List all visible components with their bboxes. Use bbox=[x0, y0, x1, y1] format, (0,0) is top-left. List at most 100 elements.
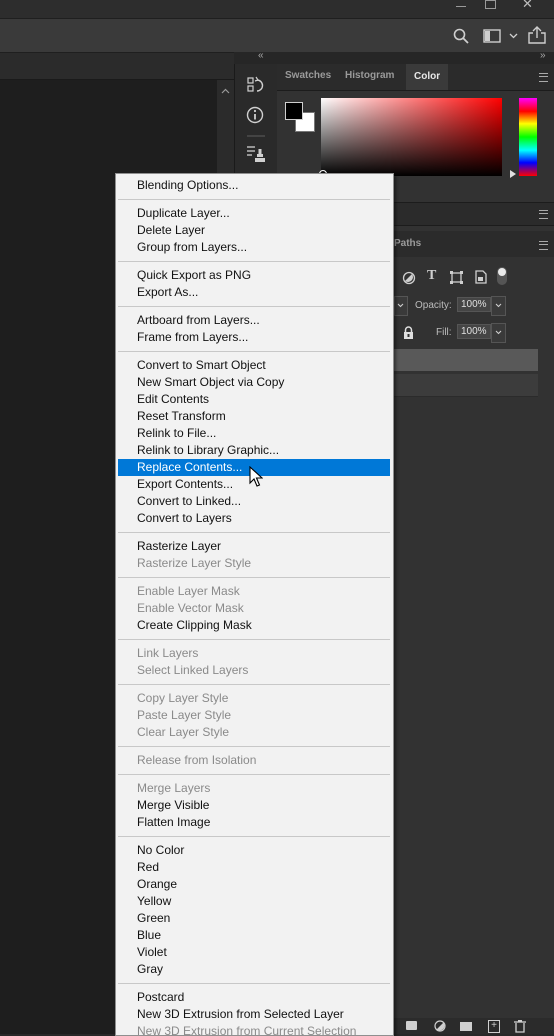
panel-menu-icon[interactable] bbox=[539, 210, 548, 219]
menu-item-new-3d-extrusion-from-current-selection[interactable]: New 3D Extrusion from Current Selection bbox=[118, 1023, 390, 1035]
layer-context-menu: Blending Options... Duplicate Layer... Del… bbox=[115, 173, 394, 1036]
opacity-field[interactable]: 100% bbox=[457, 297, 491, 312]
fill-field[interactable]: 100% bbox=[457, 324, 491, 339]
info-icon[interactable] bbox=[246, 106, 264, 124]
menu-item-duplicate-layer[interactable]: Duplicate Layer... bbox=[118, 205, 390, 222]
collapse-right-icon[interactable]: » bbox=[540, 50, 546, 61]
menu-separator bbox=[118, 532, 390, 533]
menu-item-delete-layer[interactable]: Delete Layer bbox=[118, 222, 390, 239]
menu-separator bbox=[118, 351, 390, 352]
menu-item-blue[interactable]: Blue bbox=[118, 927, 390, 944]
menu-item-export-as[interactable]: Export As... bbox=[118, 284, 390, 301]
foreground-color-swatch[interactable] bbox=[285, 102, 303, 120]
menu-item-quick-export-as-png[interactable]: Quick Export as PNG bbox=[118, 267, 390, 284]
menu-item-reset-transform[interactable]: Reset Transform bbox=[118, 408, 390, 425]
lock-icon[interactable] bbox=[403, 326, 414, 339]
scroll-up-icon[interactable] bbox=[221, 88, 230, 94]
type-filter-icon[interactable]: T bbox=[427, 268, 436, 284]
menu-item-new-smart-object-via-copy[interactable]: New Smart Object via Copy bbox=[118, 374, 390, 391]
shape-filter-icon[interactable] bbox=[450, 271, 463, 284]
hue-slider-marker[interactable] bbox=[510, 170, 516, 178]
menu-item-relink-to-library-graphic[interactable]: Relink to Library Graphic... bbox=[118, 442, 390, 459]
menu-separator bbox=[118, 746, 390, 747]
menu-separator bbox=[118, 774, 390, 775]
menu-item-artboard-from-layers[interactable]: Artboard from Layers... bbox=[118, 312, 390, 329]
menu-item-red[interactable]: Red bbox=[118, 859, 390, 876]
menu-item-blending-options[interactable]: Blending Options... bbox=[118, 177, 390, 194]
menu-item-green[interactable]: Green bbox=[118, 910, 390, 927]
search-icon[interactable] bbox=[453, 28, 469, 44]
workspace-icon[interactable] bbox=[483, 29, 501, 43]
tab-color[interactable]: Color bbox=[406, 64, 449, 90]
menu-item-violet[interactable]: Violet bbox=[118, 944, 390, 961]
new-group-icon[interactable] bbox=[460, 1022, 472, 1031]
properties-icon[interactable] bbox=[246, 144, 266, 164]
add-mask-icon[interactable] bbox=[406, 1021, 417, 1030]
tab-swatches[interactable]: Swatches bbox=[285, 70, 331, 81]
new-adjustment-icon[interactable] bbox=[434, 1020, 446, 1032]
menu-item-group-from-layers[interactable]: Group from Layers... bbox=[118, 239, 390, 256]
menu-item-postcard[interactable]: Postcard bbox=[118, 989, 390, 1006]
menu-item-enable-layer-mask[interactable]: Enable Layer Mask bbox=[118, 583, 390, 600]
chevron-down-icon[interactable] bbox=[509, 33, 518, 39]
menu-item-select-linked-layers[interactable]: Select Linked Layers bbox=[118, 662, 390, 679]
menu-separator bbox=[118, 684, 390, 685]
menu-item-release-from-isolation[interactable]: Release from Isolation bbox=[118, 752, 390, 769]
layers-bottom-bar: + bbox=[394, 1018, 554, 1034]
menu-item-no-color[interactable]: No Color bbox=[118, 842, 390, 859]
menu-separator bbox=[118, 836, 390, 837]
menu-item-convert-to-linked[interactable]: Convert to Linked... bbox=[118, 493, 390, 510]
menu-item-gray[interactable]: Gray bbox=[118, 961, 390, 978]
menu-separator bbox=[118, 199, 390, 200]
color-field[interactable] bbox=[321, 98, 502, 176]
hue-slider[interactable] bbox=[519, 98, 537, 176]
menu-item-paste-layer-style[interactable]: Paste Layer Style bbox=[118, 707, 390, 724]
trash-icon[interactable] bbox=[514, 1020, 526, 1033]
menu-item-merge-layers[interactable]: Merge Layers bbox=[118, 780, 390, 797]
menu-item-clear-layer-style[interactable]: Clear Layer Style bbox=[118, 724, 390, 741]
menu-item-create-clipping-mask[interactable]: Create Clipping Mask bbox=[118, 617, 390, 634]
menu-item-convert-to-layers[interactable]: Convert to Layers bbox=[118, 510, 390, 527]
layer-row-selected[interactable] bbox=[394, 349, 538, 371]
share-icon[interactable] bbox=[528, 26, 546, 44]
menu-item-merge-visible[interactable]: Merge Visible bbox=[118, 797, 390, 814]
tab-histogram[interactable]: Histogram bbox=[345, 70, 394, 81]
menu-item-rasterize-layer[interactable]: Rasterize Layer bbox=[118, 538, 390, 555]
layer-row[interactable] bbox=[394, 374, 538, 397]
tab-paths[interactable]: Paths bbox=[394, 238, 421, 249]
menu-item-flatten-image[interactable]: Flatten Image bbox=[118, 814, 390, 831]
panel-menu-icon[interactable] bbox=[539, 241, 548, 250]
collapse-left-icon[interactable]: « bbox=[258, 50, 264, 61]
close-icon[interactable]: ✕ bbox=[522, 0, 533, 10]
minimize-icon[interactable] bbox=[456, 6, 466, 7]
menu-item-frame-from-layers[interactable]: Frame from Layers... bbox=[118, 329, 390, 346]
panel-menu-icon[interactable] bbox=[539, 73, 548, 82]
panel-collapse-bar[interactable]: « » bbox=[234, 50, 554, 64]
menu-item-yellow[interactable]: Yellow bbox=[118, 893, 390, 910]
menu-item-link-layers[interactable]: Link Layers bbox=[118, 645, 390, 662]
history-icon[interactable] bbox=[247, 76, 265, 94]
title-bar: ✕ bbox=[0, 0, 554, 18]
new-layer-icon[interactable]: + bbox=[488, 1020, 500, 1033]
restore-icon[interactable] bbox=[485, 0, 496, 9]
menu-separator bbox=[118, 983, 390, 984]
opacity-dropdown[interactable] bbox=[491, 296, 506, 316]
blend-mode-dropdown[interactable] bbox=[394, 296, 408, 316]
menu-item-new-3d-extrusion-from-selected-layer[interactable]: New 3D Extrusion from Selected Layer bbox=[118, 1006, 390, 1023]
fill-row: Fill: 100% bbox=[394, 323, 554, 343]
menu-item-copy-layer-style[interactable]: Copy Layer Style bbox=[118, 690, 390, 707]
adjustment-filter-icon[interactable] bbox=[402, 271, 416, 285]
fill-dropdown[interactable] bbox=[491, 323, 506, 343]
options-bar bbox=[0, 18, 554, 53]
menu-item-relink-to-file[interactable]: Relink to File... bbox=[118, 425, 390, 442]
color-panel-tabs: Swatches Histogram Color bbox=[277, 64, 554, 91]
menu-separator bbox=[118, 577, 390, 578]
fill-label: Fill: bbox=[436, 327, 452, 338]
menu-item-convert-to-smart-object[interactable]: Convert to Smart Object bbox=[118, 357, 390, 374]
smart-object-filter-icon[interactable] bbox=[475, 270, 487, 284]
menu-item-enable-vector-mask[interactable]: Enable Vector Mask bbox=[118, 600, 390, 617]
filter-toggle[interactable] bbox=[497, 267, 507, 285]
menu-item-orange[interactable]: Orange bbox=[118, 876, 390, 893]
menu-item-edit-contents[interactable]: Edit Contents bbox=[118, 391, 390, 408]
menu-item-rasterize-layer-style[interactable]: Rasterize Layer Style bbox=[118, 555, 390, 572]
